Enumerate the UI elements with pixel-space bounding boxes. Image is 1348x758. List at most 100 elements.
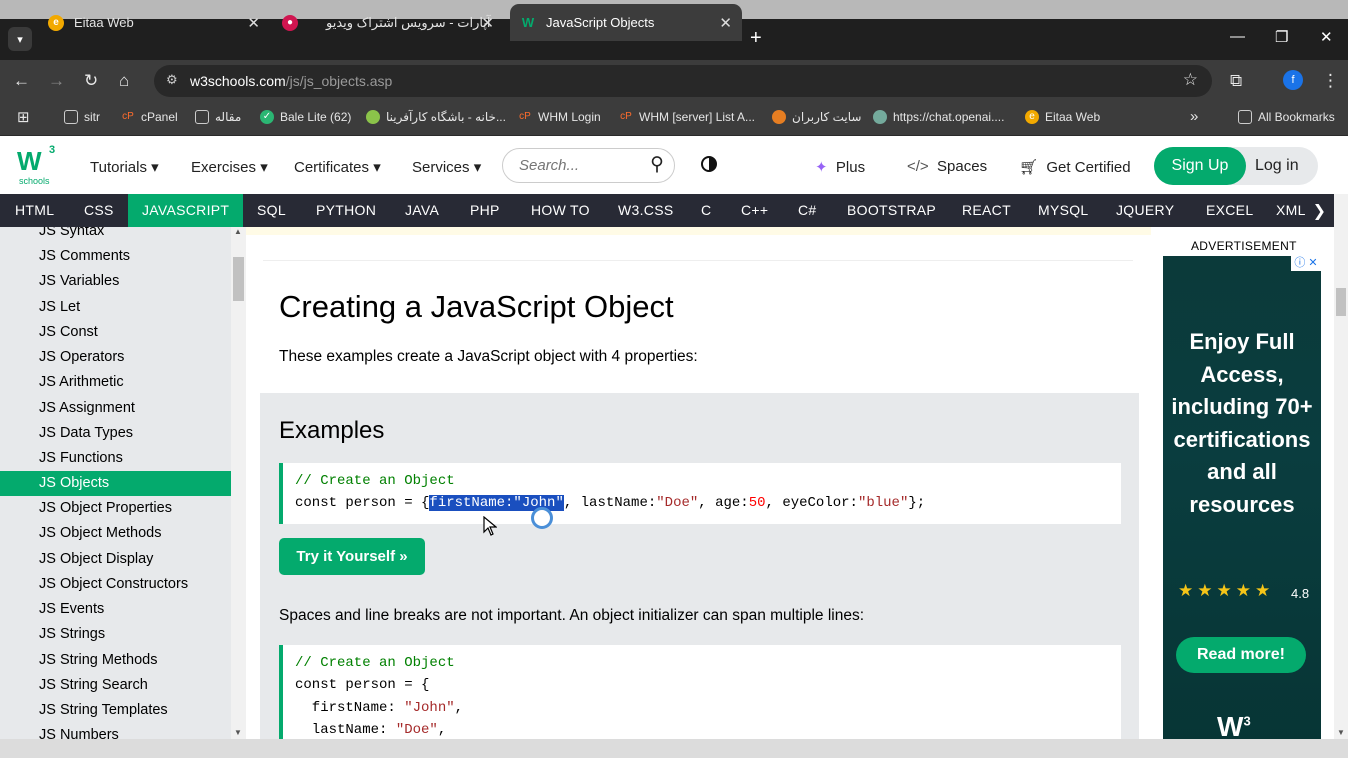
close-icon[interactable]: ✕ (481, 14, 494, 32)
extensions-icon[interactable]: ⧉ (1230, 71, 1242, 91)
close-icon[interactable]: ✕ (247, 14, 260, 32)
lang-c[interactable]: C (687, 194, 725, 227)
lang-javascript[interactable]: JAVASCRIPT (128, 194, 244, 227)
more-bookmarks-icon[interactable]: » (1190, 108, 1198, 125)
scrollbar-thumb[interactable] (1336, 288, 1346, 316)
sidebar-item[interactable]: JS Object Properties (0, 496, 231, 521)
bookmark-whm-login[interactable]: cP WHM Login (518, 110, 601, 124)
bookmark-user-site[interactable]: سایت کاربران (772, 110, 861, 124)
sidebar-item[interactable]: JS String Search (0, 673, 231, 698)
lang-react[interactable]: REACT (948, 194, 1025, 227)
tab-javascript-objects[interactable]: W JavaScript Objects ✕ (510, 4, 742, 41)
sidebar-item[interactable]: JS Object Display (0, 547, 231, 572)
lang-jquery[interactable]: JQUERY (1102, 194, 1188, 227)
lang-xml[interactable]: XML (1262, 194, 1320, 227)
ad-close-icon[interactable]: ⓘ ✕ (1291, 256, 1321, 271)
code-example-1[interactable]: // Create an Object const person = {firs… (279, 463, 1121, 524)
lang-html[interactable]: HTML (1, 194, 68, 227)
sidebar-item[interactable]: JS Operators (0, 345, 231, 370)
try-it-yourself-button[interactable]: Try it Yourself » (279, 538, 425, 575)
read-more-button[interactable]: Read more! (1176, 637, 1306, 673)
get-certified-link[interactable]: 🛒︎ Get Certified (1019, 158, 1131, 176)
lang-java[interactable]: JAVA (391, 194, 453, 227)
sidebar-item-js-objects[interactable]: JS Objects (0, 471, 231, 496)
forward-icon[interactable]: → (48, 71, 65, 91)
sidebar-item[interactable]: JS Object Methods (0, 521, 231, 546)
sidebar-scrollbar[interactable]: ▲ ▼ (231, 227, 246, 739)
sidebar-item[interactable]: JS String Methods (0, 648, 231, 673)
restore-icon[interactable]: ❐ (1275, 28, 1288, 46)
scroll-down-icon[interactable]: ▼ (1337, 728, 1345, 737)
lang-sql[interactable]: SQL (243, 194, 300, 227)
bookmark-sitr[interactable]: sitr (64, 110, 100, 124)
sidebar-item[interactable]: JS Object Constructors (0, 572, 231, 597)
lang-cpp[interactable]: C++ (727, 194, 782, 227)
lang-excel[interactable]: EXCEL (1192, 194, 1267, 227)
lang-php[interactable]: PHP (456, 194, 514, 227)
lang-csharp[interactable]: C# (784, 194, 831, 227)
log-in-button[interactable]: Log in (1255, 157, 1299, 175)
profile-avatar[interactable]: f (1283, 70, 1303, 90)
menu-icon[interactable]: ⋮ (1322, 71, 1339, 91)
dark-mode-toggle-icon[interactable] (701, 156, 717, 172)
w3schools-logo[interactable]: W3 schools (17, 144, 55, 186)
scroll-down-icon[interactable]: ▼ (234, 728, 242, 737)
sidebar-item[interactable]: JS Numbers (0, 723, 231, 739)
advertisement[interactable]: ⓘ ✕ Enjoy Full Access, including 70+ cer… (1163, 256, 1321, 739)
sidebar-item[interactable]: JS Variables (0, 269, 231, 294)
search-box[interactable]: ⚲ (502, 148, 675, 183)
address-bar[interactable]: ⚙ w3schools.com/js/js_objects.asp ☆ (154, 65, 1212, 97)
bookmark-bale-lite[interactable]: ✓ Bale Lite (62) (260, 110, 351, 124)
menu-certificates[interactable]: Certificates ▾ (294, 158, 381, 176)
sidebar-item[interactable]: JS Let (0, 295, 231, 320)
bookmark-chatgpt[interactable]: https://chat.openai.... (873, 110, 1004, 124)
tab-eitaa[interactable]: e Eitaa Web ✕ (38, 4, 270, 41)
tab-search-button[interactable]: ▾ (8, 27, 32, 51)
sidebar-item[interactable]: JS Data Types (0, 421, 231, 446)
lang-bootstrap[interactable]: BOOTSTRAP (833, 194, 950, 227)
all-bookmarks[interactable]: All Bookmarks (1238, 110, 1335, 124)
menu-exercises[interactable]: Exercises ▾ (191, 158, 268, 176)
url-text[interactable]: w3schools.com/js/js_objects.asp (190, 73, 392, 89)
new-tab-button[interactable]: + (750, 27, 762, 50)
bookmark-star-icon[interactable]: ☆ (1183, 70, 1198, 90)
lang-how-to[interactable]: HOW TO (517, 194, 604, 227)
apps-grid-icon[interactable]: ⊞ (17, 108, 30, 126)
bookmark-maghale[interactable]: مقاله (195, 110, 241, 124)
home-icon[interactable]: ⌂ (119, 71, 129, 91)
code-example-2[interactable]: // Create an Object const person = { fir… (279, 645, 1121, 739)
scroll-up-icon[interactable]: ▲ (234, 227, 242, 236)
reload-icon[interactable]: ↻ (84, 71, 98, 91)
sidebar-item[interactable]: JS Events (0, 597, 231, 622)
menu-services[interactable]: Services ▾ (412, 158, 481, 176)
chevron-right-icon[interactable]: ❯ (1313, 201, 1326, 221)
close-icon[interactable]: ✕ (719, 14, 732, 32)
sign-up-button[interactable]: Sign Up (1154, 147, 1246, 185)
lang-css[interactable]: CSS (70, 194, 128, 227)
lang-w3css[interactable]: W3.CSS (604, 194, 687, 227)
sidebar-item[interactable]: JS Const (0, 320, 231, 345)
plus-link[interactable]: ✦ Plus (815, 158, 865, 176)
sidebar-item[interactable]: JS Functions (0, 446, 231, 471)
back-icon[interactable]: ← (13, 71, 30, 91)
menu-tutorials[interactable]: Tutorials ▾ (90, 158, 159, 176)
search-icon[interactable]: ⚲ (650, 153, 664, 176)
page-scrollbar[interactable]: ▼ (1334, 194, 1348, 739)
lang-mysql[interactable]: MYSQL (1024, 194, 1103, 227)
sidebar-item[interactable]: JS Syntax (0, 227, 231, 244)
bookmark-karafarina[interactable]: خانه - باشگاه کارآفرینا... (366, 110, 506, 124)
bookmark-cpanel[interactable]: cP cPanel (121, 110, 178, 124)
scrollbar-thumb[interactable] (233, 257, 244, 301)
sidebar-item[interactable]: JS Strings (0, 622, 231, 647)
close-window-icon[interactable]: ✕ (1320, 28, 1333, 46)
sidebar-item[interactable]: JS Arithmetic (0, 370, 231, 395)
bookmark-whm-list[interactable]: cP WHM [server] List A... (619, 110, 755, 124)
minimize-icon[interactable]: — (1230, 28, 1245, 45)
search-input[interactable] (519, 157, 639, 174)
spaces-link[interactable]: </> Spaces (907, 158, 987, 175)
sidebar-item[interactable]: JS Assignment (0, 396, 231, 421)
site-info-icon[interactable]: ⚙ (166, 72, 178, 88)
sidebar-item[interactable]: JS Comments (0, 244, 231, 269)
bookmark-eitaa[interactable]: e Eitaa Web (1025, 110, 1100, 124)
lang-python[interactable]: PYTHON (302, 194, 390, 227)
